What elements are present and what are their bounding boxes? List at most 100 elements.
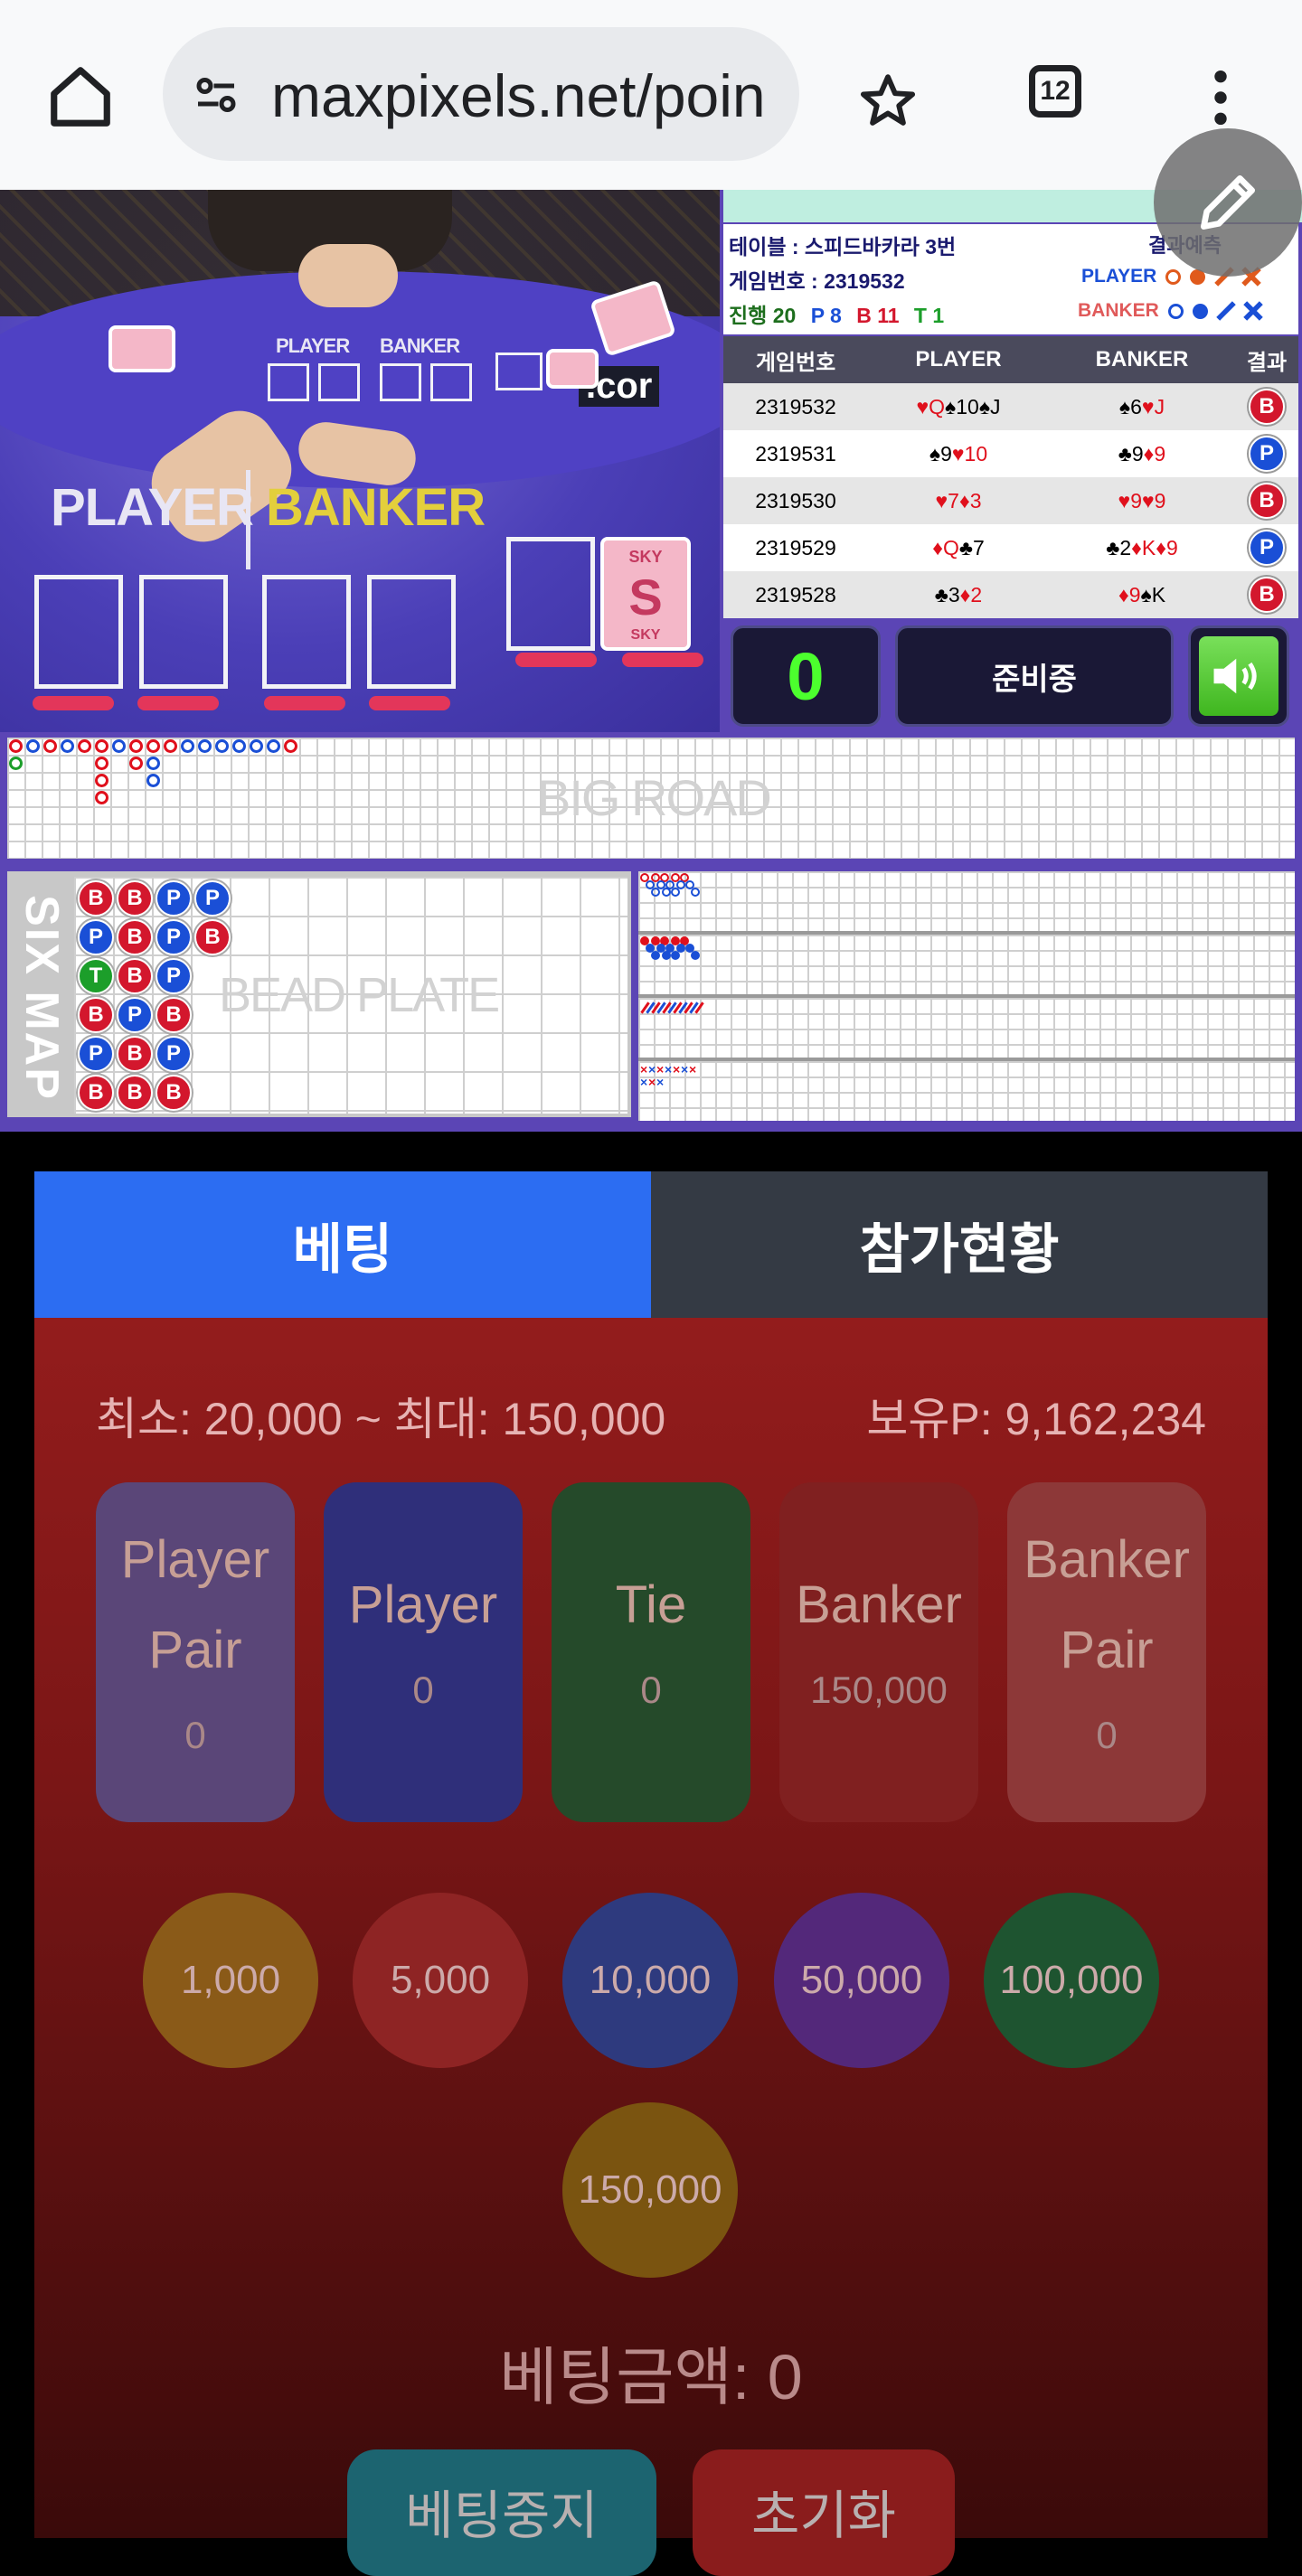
- tie-bet-button[interactable]: Tie 0: [552, 1482, 750, 1822]
- bead: B: [117, 1075, 153, 1111]
- big-road-mark: [181, 739, 194, 753]
- card-value: Q: [942, 535, 959, 559]
- bead: P: [117, 997, 153, 1033]
- card: ♣: [1106, 535, 1120, 559]
- card: ♥: [916, 394, 929, 418]
- filled-circle-icon: [1192, 303, 1208, 319]
- bead: P: [156, 1036, 192, 1072]
- address-bar[interactable]: maxpixels.net/poin: [163, 27, 799, 161]
- tab-betting[interactable]: 베팅: [34, 1171, 651, 1318]
- speaker-icon: [1199, 636, 1278, 716]
- history-table: 게임번호 PLAYER BANKER 결과 2319532 ♥Q♠10♠J ♠6♥J…: [723, 336, 1298, 618]
- history-game-id: 2319530: [755, 488, 836, 512]
- big-road-mark: [129, 739, 143, 753]
- card: ♦: [1118, 582, 1129, 606]
- stop-betting-button[interactable]: 베팅중지: [347, 2449, 656, 2576]
- card: ♣: [1118, 441, 1132, 465]
- tab-switcher-button[interactable]: 12: [1029, 65, 1081, 118]
- bet-limits: 최소: 20,000 ~ 최대: 150,000: [96, 1394, 666, 1444]
- banker-cards: ♦9♠K: [1049, 583, 1235, 607]
- player-bet-button[interactable]: Player 0: [324, 1482, 523, 1822]
- card-value: 7: [948, 488, 959, 512]
- bead: B: [117, 958, 153, 994]
- card-value: K: [1141, 535, 1156, 559]
- chip-50000[interactable]: 50,000: [774, 1893, 949, 2068]
- site-settings-icon[interactable]: [188, 67, 244, 123]
- chip-150000[interactable]: 150,000: [562, 2102, 738, 2278]
- road-x: ×: [656, 1062, 665, 1076]
- bookmark-star-icon[interactable]: [854, 67, 922, 136]
- big-road-mark: [284, 739, 297, 753]
- pencil-icon: [1201, 175, 1255, 230]
- history-header: 게임번호 PLAYER BANKER 결과: [723, 336, 1298, 383]
- player-cards: ♠9♥10: [868, 442, 1049, 466]
- cockroach-road: [638, 998, 1295, 1058]
- card: ♠: [929, 441, 941, 465]
- six-map-panel: SIX MAP BEAD PLATE BPTBPBBBBPBBPPPBPBPB: [7, 871, 631, 1117]
- bead-plate: BEAD PLATE BPTBPBBBBPBBPPPBPBPB: [74, 877, 627, 1114]
- player-pair-bet-button[interactable]: Player Pair 0: [96, 1482, 295, 1822]
- more-menu-icon[interactable]: [1194, 63, 1248, 132]
- card-value: 9: [1131, 441, 1144, 465]
- card: ♣: [958, 535, 973, 559]
- banker-bet-button[interactable]: Banker 150,000: [779, 1482, 978, 1822]
- bead: B: [156, 1075, 192, 1111]
- result-badge: P: [1249, 436, 1285, 472]
- countdown-timer: 0: [731, 625, 881, 727]
- banker-cards: ♥9♥9: [1049, 489, 1235, 513]
- player-count: P 8: [810, 304, 842, 327]
- prediction-banker-row: BANKER: [1078, 300, 1263, 322]
- bead: B: [117, 919, 153, 955]
- card: ♠: [978, 394, 991, 418]
- table-row: 2319532 ♥Q♠10♠J ♠6♥J B: [723, 383, 1298, 430]
- road-x: ×: [648, 1062, 656, 1076]
- derived-roads: × × × × × × × × × ×: [638, 871, 1295, 1121]
- sound-toggle-button[interactable]: [1188, 625, 1289, 727]
- card-value: 9: [1165, 535, 1178, 559]
- table-row: 2319531 ♠9♥10 ♣9♦9 P: [723, 430, 1298, 477]
- card-value: 3: [969, 488, 982, 512]
- bead: B: [156, 997, 192, 1033]
- big-road-mark: [129, 757, 143, 770]
- bead: P: [156, 919, 192, 955]
- chip-5000[interactable]: 5,000: [353, 1893, 528, 2068]
- home-icon[interactable]: [43, 60, 118, 134]
- big-road-mark: [95, 739, 108, 753]
- game-number: 게임번호 : 2319532: [729, 269, 905, 293]
- result-badge: P: [1249, 530, 1285, 566]
- big-road-mark: [112, 739, 126, 753]
- road-mark: [691, 951, 700, 960]
- card-value: 6: [1130, 394, 1142, 418]
- card-value: J: [990, 394, 1001, 418]
- road-mark: [662, 951, 671, 960]
- banker-pair-bet-button[interactable]: Banker Pair 0: [1007, 1482, 1206, 1822]
- big-road-mark: [43, 739, 57, 753]
- bead: B: [78, 880, 114, 917]
- player-label: PLAYER: [51, 478, 254, 537]
- big-road-mark: [78, 739, 91, 753]
- bead: P: [78, 1036, 114, 1072]
- x-icon: [1243, 301, 1263, 322]
- bead: P: [194, 880, 231, 917]
- big-road: BIG ROAD: [7, 738, 1295, 859]
- chip-10000[interactable]: 10,000: [562, 1893, 738, 2068]
- chip-1000[interactable]: 1,000: [143, 1893, 318, 2068]
- big-road-mark: [250, 739, 263, 753]
- bead: P: [78, 919, 114, 955]
- banker-cards: ♣2♦K♦9: [1049, 536, 1235, 560]
- reset-button[interactable]: 초기화: [693, 2449, 955, 2576]
- card-value: 10: [956, 394, 979, 418]
- edit-fab-button[interactable]: [1154, 128, 1302, 277]
- card: ♥: [951, 441, 965, 465]
- player-cards: ♥Q♠10♠J: [868, 395, 1049, 419]
- hollow-circle-icon: [1165, 268, 1182, 285]
- bead: B: [117, 1036, 153, 1072]
- card: ♠: [1140, 582, 1152, 606]
- road-x: ×: [640, 1075, 648, 1089]
- player-cards: ♣3♦2: [868, 583, 1049, 607]
- tab-participants[interactable]: 참가현황: [651, 1171, 1268, 1318]
- chip-100000[interactable]: 100,000: [984, 1893, 1159, 2068]
- card-value: 2: [1119, 535, 1132, 559]
- card: ♣: [934, 582, 948, 606]
- balance-points: 보유P: 9,162,234: [866, 1394, 1206, 1444]
